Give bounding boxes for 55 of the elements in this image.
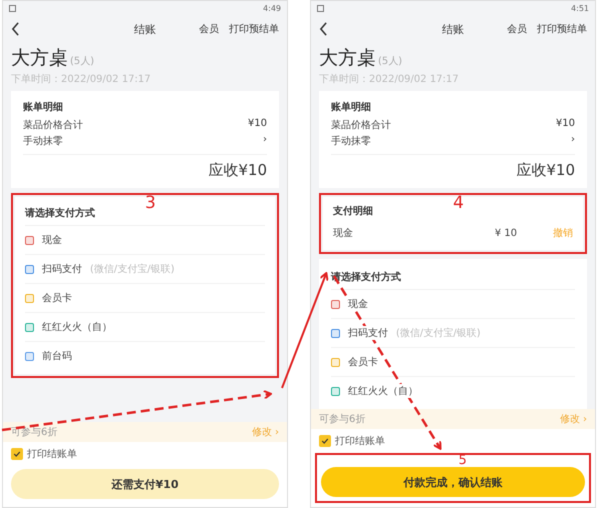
order-time: 下单时间：2022/09/02 17:17 xyxy=(11,72,152,86)
status-time: 4:49 xyxy=(263,4,281,12)
payment-method-item[interactable]: 红红火火（自） xyxy=(25,313,265,342)
payment-method-item[interactable]: 会员卡 xyxy=(25,284,265,313)
annotation-number: 4 xyxy=(453,195,464,212)
header-link[interactable]: 会员 xyxy=(507,22,527,36)
bill-item-label: 菜品价格合计 xyxy=(23,118,83,132)
notification-icon xyxy=(317,4,324,12)
payment-method-item[interactable]: 现金 xyxy=(331,289,575,319)
hint-text: (微信/支付宝/银联) xyxy=(396,326,481,340)
check-icon xyxy=(321,437,329,445)
annotation-number: 3 xyxy=(145,195,156,212)
section-title: 请选择支付方式 xyxy=(25,206,95,221)
checkbox-label: 打印结账单 xyxy=(335,434,385,448)
section-title: 支付明细 xyxy=(333,204,373,219)
checkbox[interactable] xyxy=(319,435,331,447)
bill-item-label: 手动抹零 xyxy=(23,134,63,148)
payment-amount: ¥ 10 xyxy=(494,228,517,238)
payment-method-item[interactable]: 会员卡 xyxy=(331,348,575,377)
check-icon xyxy=(13,450,21,458)
bill-item-value: ¥10 xyxy=(556,118,575,131)
hint-text: (微信/支付宝/银联) xyxy=(90,262,175,276)
bill-item-label: 手动抹零 xyxy=(331,134,371,148)
page-title: 结账 xyxy=(442,22,464,36)
payment-method-item[interactable]: 扫码支付 (微信/支付宝/银联) xyxy=(331,319,575,348)
table-name: 大方桌 xyxy=(11,46,68,71)
bill-item-label: 菜品价格合计 xyxy=(331,118,391,132)
payment-method-item[interactable]: 前台码 xyxy=(25,342,265,370)
checkbox[interactable] xyxy=(11,448,23,460)
guest-count: (5人) xyxy=(378,55,402,68)
guest-count: (5人) xyxy=(70,55,94,68)
bill-item-value: › xyxy=(263,134,267,147)
page-title: 结账 xyxy=(134,22,156,36)
discount-text: 可参与6折 xyxy=(319,412,366,426)
notification-icon xyxy=(9,4,16,12)
payment-method-item[interactable]: 现金 xyxy=(25,225,265,255)
status-time: 4:51 xyxy=(571,4,589,12)
section-title: 账单明细 xyxy=(331,100,371,115)
bill-item-value: › xyxy=(571,134,575,147)
section-title: 账单明细 xyxy=(23,100,63,115)
payment-method-item[interactable]: 红红火火（自） xyxy=(331,377,575,405)
back-icon[interactable] xyxy=(11,22,20,36)
order-time: 下单时间：2022/09/02 17:17 xyxy=(319,72,460,86)
back-icon[interactable] xyxy=(319,22,328,36)
header-link[interactable]: 会员 xyxy=(199,22,219,36)
payment-method-item[interactable]: 扫码支付 (微信/支付宝/银联) xyxy=(25,255,265,284)
table-name: 大方桌 xyxy=(319,46,376,71)
header-link[interactable]: 打印预结单 xyxy=(537,22,587,36)
checkbox-label: 打印结账单 xyxy=(27,448,77,461)
bill-item-value: ¥10 xyxy=(248,118,267,131)
amount-due: 应收¥10 xyxy=(23,154,267,182)
header-link[interactable]: 打印预结单 xyxy=(229,22,279,36)
amount-due: 应收¥10 xyxy=(331,154,575,182)
payment-method-label: 现金 xyxy=(333,227,354,240)
checkout-button[interactable]: 付款完成，确认结账 xyxy=(321,467,585,497)
